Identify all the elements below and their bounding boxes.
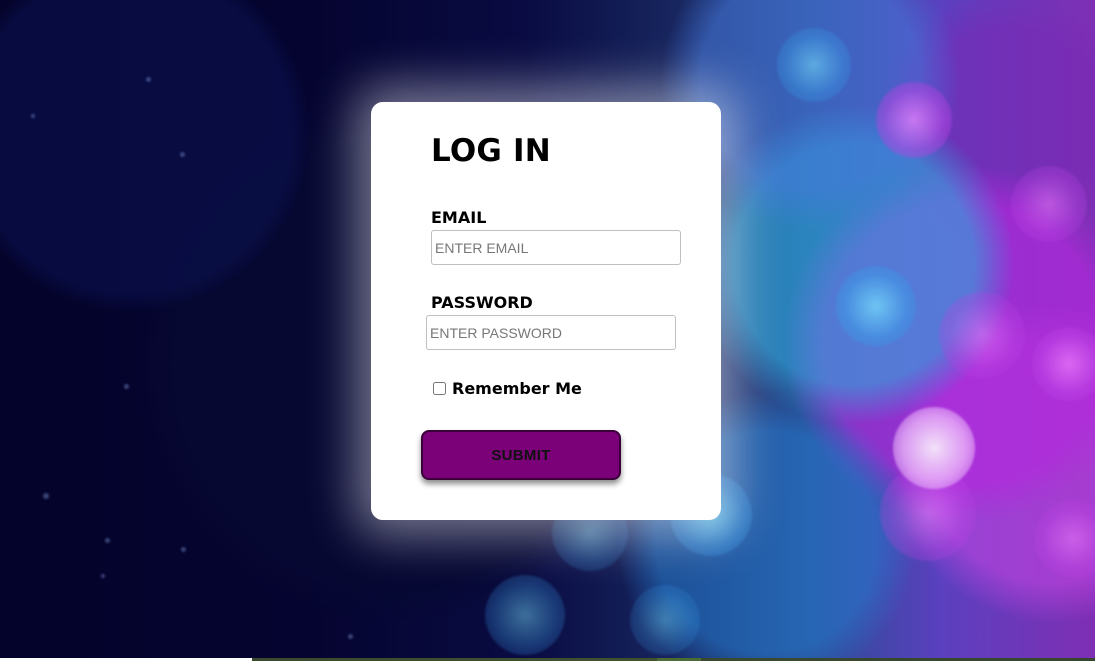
remember-me-checkbox[interactable] [433,381,446,395]
email-field[interactable] [431,230,681,265]
email-label: EMAIL [431,208,487,227]
remember-me-row[interactable]: Remember Me [433,378,582,398]
password-label: PASSWORD [431,293,533,312]
page-title: LOG IN [431,133,551,169]
login-card: LOG IN EMAIL PASSWORD Remember Me SUBMIT [371,102,721,520]
remember-me-label: Remember Me [452,378,582,398]
login-page: LOG IN EMAIL PASSWORD Remember Me SUBMIT [0,0,1095,661]
password-field[interactable] [426,315,676,350]
submit-button[interactable]: SUBMIT [421,430,621,480]
